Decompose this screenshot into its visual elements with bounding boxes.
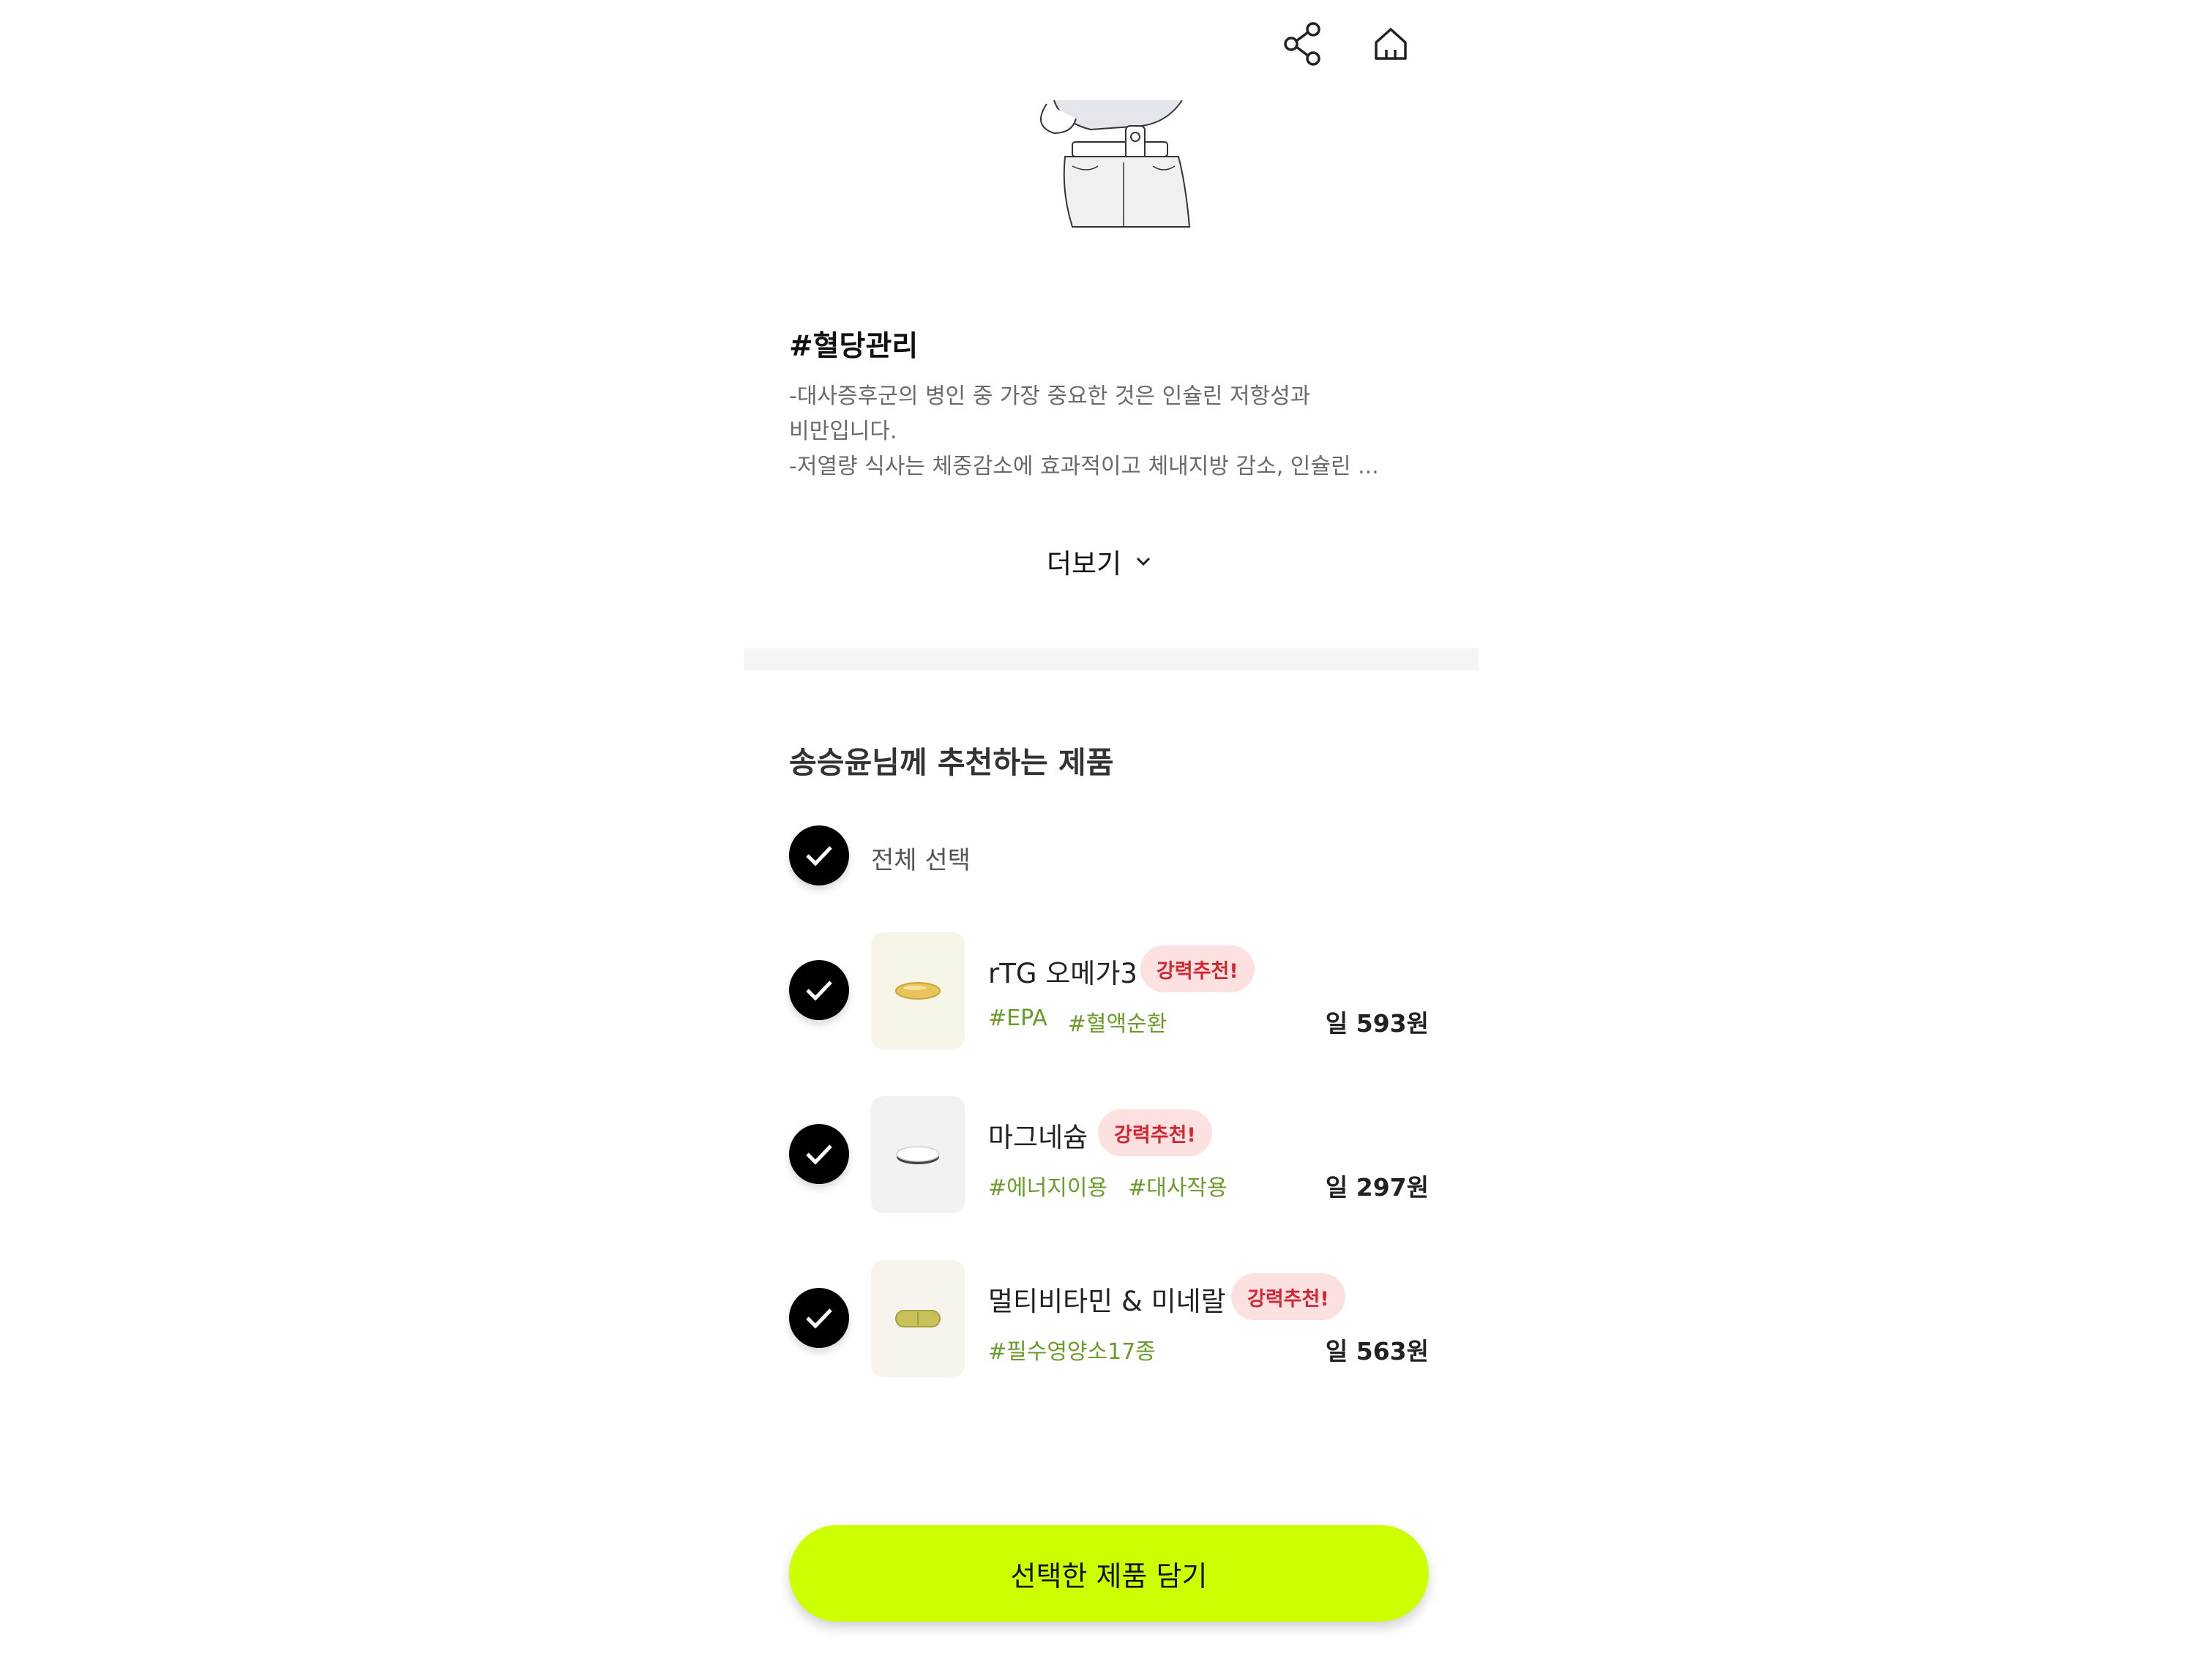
check-icon xyxy=(806,846,832,866)
add-selected-to-cart-button[interactable]: 선택한 제품 담기 xyxy=(789,1525,1429,1622)
product-thumbnail[interactable] xyxy=(871,1260,965,1377)
illustration-image xyxy=(1003,97,1222,228)
product-price: 일 593원 xyxy=(1325,1009,1429,1038)
section-divider xyxy=(744,648,1479,670)
product-tag: #EPA xyxy=(988,1005,1047,1031)
product-thumbnail[interactable] xyxy=(871,932,965,1049)
check-icon xyxy=(806,1308,832,1329)
description-line: 비만입니다. xyxy=(789,419,897,444)
product-tag: #필수영양소17종 xyxy=(988,1339,1156,1365)
product-tags: #필수영양소17종 xyxy=(988,1333,1156,1366)
tablet-pill-icon xyxy=(896,1146,940,1164)
product-tag: #대사작용 xyxy=(1128,1175,1228,1201)
home-icon[interactable] xyxy=(1369,22,1413,66)
header-actions xyxy=(1281,22,1413,66)
product-name[interactable]: 멀티비타민 & 미네랄 xyxy=(988,1279,1226,1319)
share-icon[interactable] xyxy=(1281,22,1325,66)
product-checkbox[interactable] xyxy=(789,1124,849,1184)
article-description: -대사증후군의 병인 중 가장 중요한 것은 인슐린 저항성과 비만입니다. -… xyxy=(789,379,1433,484)
product-price: 일 297원 xyxy=(1325,1173,1429,1202)
product-checkbox[interactable] xyxy=(789,1288,849,1348)
more-button[interactable]: 더보기 xyxy=(1047,542,1152,581)
product-name[interactable]: rTG 오메가3 xyxy=(988,951,1137,991)
product-tags: #EPA #혈액순환 xyxy=(988,1005,1167,1038)
product-thumbnail[interactable] xyxy=(871,1096,965,1213)
check-icon xyxy=(806,981,832,1001)
product-tag: #에너지이용 xyxy=(988,1175,1108,1201)
description-line: -저열량 식사는 체중감소에 효과적이고 체내지방 감소, 인슐린 ... xyxy=(789,454,1379,479)
chevron-down-icon xyxy=(1137,557,1151,566)
product-checkbox[interactable] xyxy=(789,960,849,1020)
recommend-title: 송승윤님께 추천하는 제품 xyxy=(789,745,1114,780)
description-line: -대사증후군의 병인 중 가장 중요한 것은 인슐린 저항성과 xyxy=(789,383,1311,409)
recommend-badge: 강력추천! xyxy=(1098,1109,1212,1156)
product-tag: #혈액순환 xyxy=(1067,1011,1167,1037)
recommend-badge: 강력추천! xyxy=(1231,1273,1345,1320)
softgel-pill-icon xyxy=(895,982,941,1000)
more-button-label: 더보기 xyxy=(1047,548,1122,580)
product-price: 일 563원 xyxy=(1325,1337,1429,1366)
product-tags: #에너지이용 #대사작용 xyxy=(988,1169,1228,1202)
caplet-pill-icon xyxy=(895,1310,941,1327)
recommend-badge: 강력추천! xyxy=(1140,945,1255,992)
select-all-checkbox[interactable] xyxy=(789,825,849,885)
check-icon xyxy=(806,1145,832,1165)
article-tag-title: #혈당관리 xyxy=(789,330,919,363)
select-all-label: 전체 선택 xyxy=(871,846,971,875)
product-name[interactable]: 마그네슘 xyxy=(988,1115,1088,1155)
